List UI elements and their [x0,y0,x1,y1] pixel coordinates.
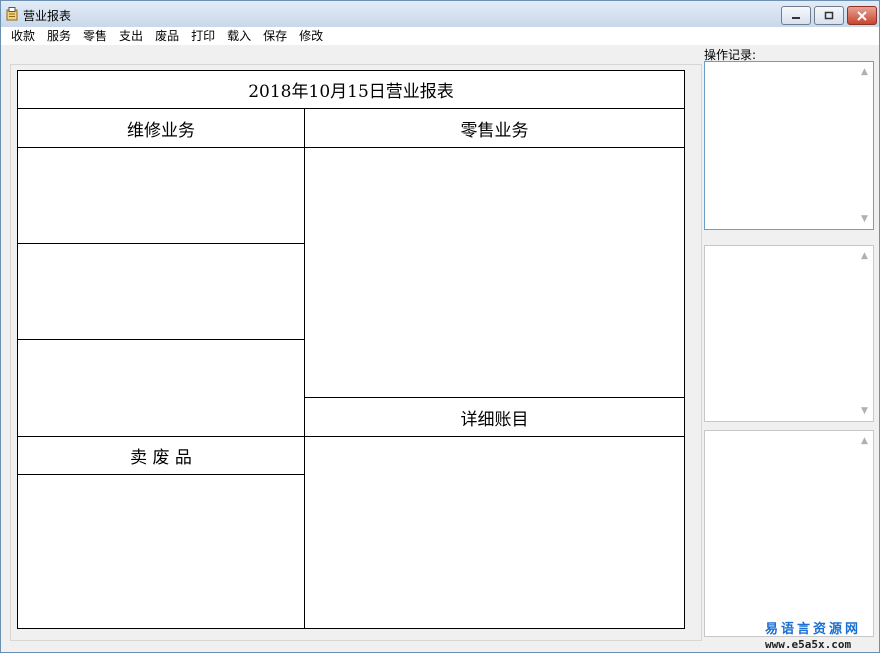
menu-collect[interactable]: 收款 [1,27,41,45]
menu-scrap[interactable]: 废品 [149,27,185,45]
maximize-button[interactable] [814,6,844,25]
log-textbox-1[interactable]: ▲ ▼ [704,61,874,230]
menu-expense[interactable]: 支出 [113,27,149,45]
main-window: 营业报表 收款 服务 零售 支出 废品 打印 载入 保存 修改 2018年10月… [0,0,880,653]
scrollbar[interactable]: ▲ [857,432,872,635]
scroll-down-icon[interactable]: ▼ [857,212,872,226]
log-textbox-3[interactable]: ▲ [704,430,874,637]
menu-bar: 收款 服务 零售 支出 废品 打印 载入 保存 修改 [1,27,879,45]
menu-edit[interactable]: 修改 [293,27,329,45]
retail-box[interactable] [304,147,685,398]
scroll-up-icon[interactable]: ▲ [857,249,872,263]
minimize-button[interactable] [781,6,811,25]
menu-load[interactable]: 载入 [221,27,257,45]
watermark-cn: 易语言资源网 [765,622,862,637]
maximize-icon [824,11,834,20]
repair-box-2[interactable] [17,243,305,340]
retail-header: 零售业务 [304,108,685,148]
repair-box-3[interactable] [17,339,305,437]
repair-header: 维修业务 [17,108,305,148]
scrap-box[interactable] [17,474,305,629]
scrollbar[interactable]: ▲ ▼ [857,63,872,228]
repair-box-1[interactable] [17,147,305,244]
scrap-header: 卖 废 品 [17,436,305,475]
scroll-up-icon[interactable]: ▲ [857,434,872,448]
menu-save[interactable]: 保存 [257,27,293,45]
app-icon [6,7,18,21]
window-title: 营业报表 [23,9,72,23]
scroll-up-icon[interactable]: ▲ [857,65,872,79]
log-textbox-2[interactable]: ▲ ▼ [704,245,874,422]
scroll-down-icon[interactable]: ▼ [857,404,872,418]
detail-header: 详细账目 [304,397,685,437]
title-bar: 营业报表 [1,1,879,27]
report-title: 2018年10月15日营业报表 [17,70,685,109]
minimize-icon [792,16,800,19]
menu-retail[interactable]: 零售 [77,27,113,45]
menu-print[interactable]: 打印 [185,27,221,45]
menu-service[interactable]: 服务 [41,27,77,45]
close-button[interactable] [847,6,877,25]
watermark-url: www.e5a5x.com [765,638,852,651]
scrollbar[interactable]: ▲ ▼ [857,247,872,420]
watermark: 易语言资源网 www.e5a5x.com [765,618,861,651]
close-icon [857,10,867,21]
detail-box[interactable] [304,436,685,629]
